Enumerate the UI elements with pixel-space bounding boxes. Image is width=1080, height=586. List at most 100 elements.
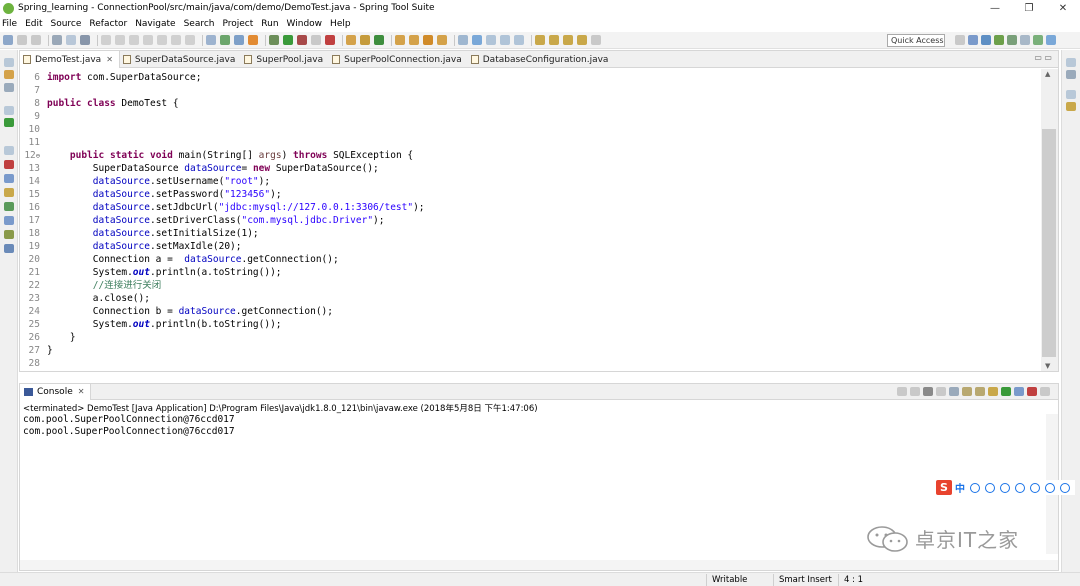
run-external-tools-icon[interactable] [297,35,307,45]
menu-file[interactable]: File [2,19,17,29]
restore-icon[interactable] [4,58,14,67]
print-icon[interactable] [52,35,62,45]
code-line[interactable]: 9 [20,110,1020,123]
back-icon[interactable] [577,35,587,45]
code-line[interactable]: 15 dataSource.setPassword("123456"); [20,188,1020,201]
tab-console[interactable]: Console ✕ [20,383,92,400]
code-line[interactable]: 6 import com.SuperDataSource; [20,71,1020,84]
task-list-icon[interactable] [4,230,14,239]
boot-dashboard-icon[interactable] [4,118,14,127]
step-over-icon[interactable] [171,35,181,45]
new-package-icon[interactable] [360,35,370,45]
code-line[interactable]: 19 dataSource.setMaxIdle(20); [20,240,1020,253]
scroll-lock-icon[interactable] [936,387,946,396]
punctuation-icon[interactable] [970,482,980,493]
open-console-icon[interactable] [1014,387,1024,396]
debug-icon[interactable] [269,35,279,45]
restore-icon[interactable] [1066,58,1076,67]
fold-toggle-icon[interactable]: ⊖ [36,152,40,160]
suspend-icon[interactable] [115,35,125,45]
minimize-view-icon[interactable] [1027,387,1037,396]
skip-breakpoints-icon[interactable] [80,35,90,45]
menu-run[interactable]: Run [261,19,278,29]
open-resource-icon[interactable] [437,35,447,45]
microphone-icon[interactable] [1000,482,1010,493]
search-icon[interactable] [423,35,433,45]
show-on-stderr-icon[interactable] [975,387,985,396]
quick-access-field[interactable]: Quick Access [887,34,945,47]
step-return-icon[interactable] [185,35,195,45]
new-class-icon[interactable] [374,35,384,45]
sogou-logo-icon[interactable]: S [936,480,952,495]
code-line[interactable]: 28 [20,357,1020,370]
java-ee-perspective-icon[interactable] [968,35,978,45]
restore-icon[interactable] [1066,90,1076,99]
package-explorer-icon[interactable] [4,70,14,79]
maximize-button[interactable]: ❐ [1012,0,1046,16]
resume-icon[interactable] [101,35,111,45]
junit-icon[interactable] [4,83,14,92]
code-line[interactable]: 23 a.close(); [20,292,1020,305]
clear-console-icon[interactable] [923,387,933,396]
editor-vertical-scrollbar[interactable]: ▲ ▼ [1041,69,1058,371]
run-icon[interactable] [283,35,293,45]
new-icon[interactable] [3,35,13,45]
menu-refactor[interactable]: Refactor [89,19,127,29]
code-line[interactable]: 25 System.out.println(b.toString()); [20,318,1020,331]
scrollbar-thumb[interactable] [1042,129,1056,357]
debug-perspective-icon[interactable] [1007,35,1017,45]
boot-dashboard-icon[interactable] [234,35,244,45]
outline-icon[interactable] [4,216,14,225]
terminal-icon[interactable] [66,35,76,45]
coverage-icon[interactable] [325,35,335,45]
code-line[interactable]: 10 [20,123,1020,136]
remove-all-terminated-icon[interactable] [910,387,920,396]
code-line[interactable]: 27} [20,344,1020,357]
tab-databaseconfiguration[interactable]: DatabaseConfiguration.java [468,51,615,68]
code-line[interactable]: 21 System.out.println(a.toString()); [20,266,1020,279]
git-perspective-icon[interactable] [1020,35,1030,45]
console-horizontal-scrollbar[interactable] [20,560,1058,570]
show-on-stdout-icon[interactable] [962,387,972,396]
user-icon[interactable] [1030,482,1040,493]
spring-perspective-icon[interactable] [994,35,1004,45]
emoji-icon[interactable] [985,482,995,493]
menu-edit[interactable]: Edit [25,19,42,29]
close-icon[interactable]: ✕ [106,55,113,64]
word-wrap-icon[interactable] [949,387,959,396]
code-line[interactable]: 26 } [20,331,1020,344]
restore-icon[interactable] [4,146,14,155]
menu-search[interactable]: Search [184,19,215,29]
code-line[interactable]: 7 [20,84,1020,97]
java-perspective-icon[interactable] [981,35,991,45]
declaration-icon[interactable] [4,188,14,197]
code-line[interactable]: 14 dataSource.setUsername("root"); [20,175,1020,188]
menu-navigate[interactable]: Navigate [135,19,175,29]
previous-annotation-icon[interactable] [549,35,559,45]
menu-window[interactable]: Window [287,19,323,29]
code-line[interactable]: 22 //连接进行关闭 [20,279,1020,292]
code-line[interactable]: 18 dataSource.setInitialSize(1); [20,227,1020,240]
menu-project[interactable]: Project [222,19,253,29]
javadoc-icon[interactable] [4,174,14,183]
tab-superdatasource[interactable]: SuperDataSource.java [120,51,242,68]
spring-boot-icon[interactable] [220,35,230,45]
menu-help[interactable]: Help [330,19,351,29]
remove-launch-icon[interactable] [897,387,907,396]
toggle-mark-occurrences-icon[interactable] [458,35,468,45]
open-task-icon[interactable] [409,35,419,45]
database-perspective-icon[interactable] [1046,35,1056,45]
team-perspective-icon[interactable] [1033,35,1043,45]
problems-icon[interactable] [4,160,14,169]
save-icon[interactable] [17,35,27,45]
toggle-breadcrumb-icon[interactable] [472,35,482,45]
code-text-area[interactable]: 6 import com.SuperDataSource; 7 8 public cla… [20,69,1040,371]
settings-icon[interactable] [1060,482,1070,493]
next-annotation-icon[interactable] [535,35,545,45]
code-line[interactable]: 24 Connection b = dataSource.getConnecti… [20,305,1020,318]
maximize-view-icon[interactable] [1040,387,1050,396]
keyboard-icon[interactable] [1015,482,1025,493]
code-line[interactable]: 13 SuperDataSource dataSource= new Super… [20,162,1020,175]
tab-demotest[interactable]: DemoTest.java ✕ [20,51,120,68]
word-wrap-icon[interactable] [514,35,524,45]
